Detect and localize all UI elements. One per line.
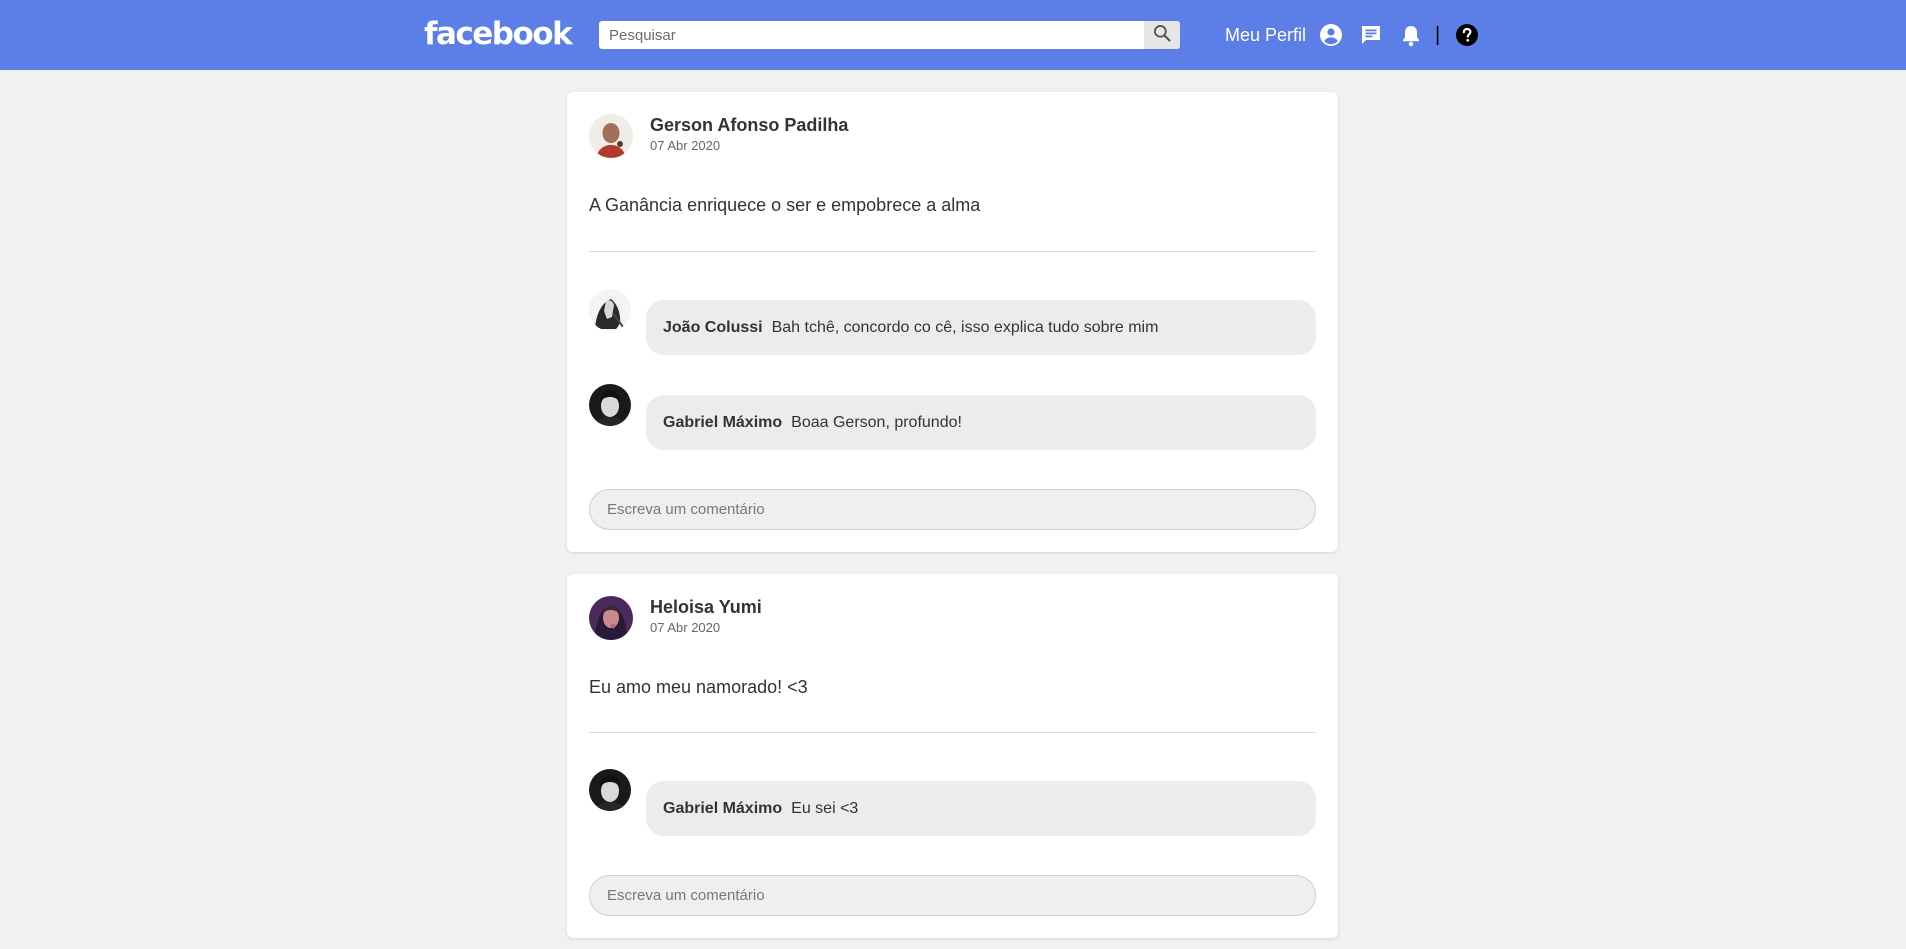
bell-icon[interactable] — [1398, 22, 1424, 48]
help-icon[interactable] — [1454, 22, 1480, 48]
my-profile-link[interactable]: Meu Perfil — [1225, 24, 1306, 46]
comment-bubble: Gabriel Máximo Boaa Gerson, profundo! — [646, 395, 1316, 450]
avatar[interactable] — [589, 596, 633, 640]
comment-text: Bah tchê, concordo co cê, isso explica t… — [771, 318, 1159, 336]
search-input[interactable] — [599, 21, 1144, 49]
comment-input[interactable] — [589, 489, 1316, 530]
post-text: A Ganância enriquece o ser e empobrece a… — [589, 195, 981, 215]
avatar[interactable] — [589, 114, 633, 158]
post-card: Heloisa Yumi 07 Abr 2020 Eu amo meu namo… — [567, 574, 1338, 938]
post-card: Gerson Afonso Padilha 07 Abr 2020 A Ganâ… — [567, 92, 1338, 552]
post-divider — [589, 732, 1316, 733]
comment-bubble: João Colussi Bah tchê, concordo co cê, i… — [646, 300, 1316, 355]
comment-text: Boaa Gerson, profundo! — [791, 413, 962, 431]
search-box — [599, 21, 1180, 49]
comment-text: Eu sei <3 — [791, 799, 859, 817]
nav-separator: | — [1435, 24, 1441, 46]
search-button[interactable] — [1144, 21, 1180, 49]
post-date: 07 Abr 2020 — [650, 620, 721, 635]
post-author[interactable]: Heloisa Yumi — [650, 597, 762, 618]
post-text: Eu amo meu namorado! <3 — [589, 677, 808, 697]
search-icon — [1152, 23, 1172, 48]
avatar[interactable] — [589, 769, 631, 811]
comment-author[interactable]: Gabriel Máximo — [663, 800, 782, 818]
top-bar: facebook Meu Perfil | — [0, 0, 1906, 70]
comment-input[interactable] — [589, 875, 1316, 916]
post-author[interactable]: Gerson Afonso Padilha — [650, 115, 848, 136]
comment-author[interactable]: João Colussi — [663, 319, 763, 337]
comment-author[interactable]: Gabriel Máximo — [663, 414, 782, 432]
avatar[interactable] — [589, 384, 631, 426]
avatar[interactable] — [589, 289, 631, 331]
facebook-logo[interactable]: facebook — [424, 14, 573, 54]
post-date: 07 Abr 2020 — [650, 138, 721, 153]
account-icon[interactable] — [1318, 22, 1344, 48]
comment-bubble: Gabriel Máximo Eu sei <3 — [646, 781, 1316, 836]
post-divider — [589, 251, 1316, 252]
chat-icon[interactable] — [1358, 22, 1384, 48]
